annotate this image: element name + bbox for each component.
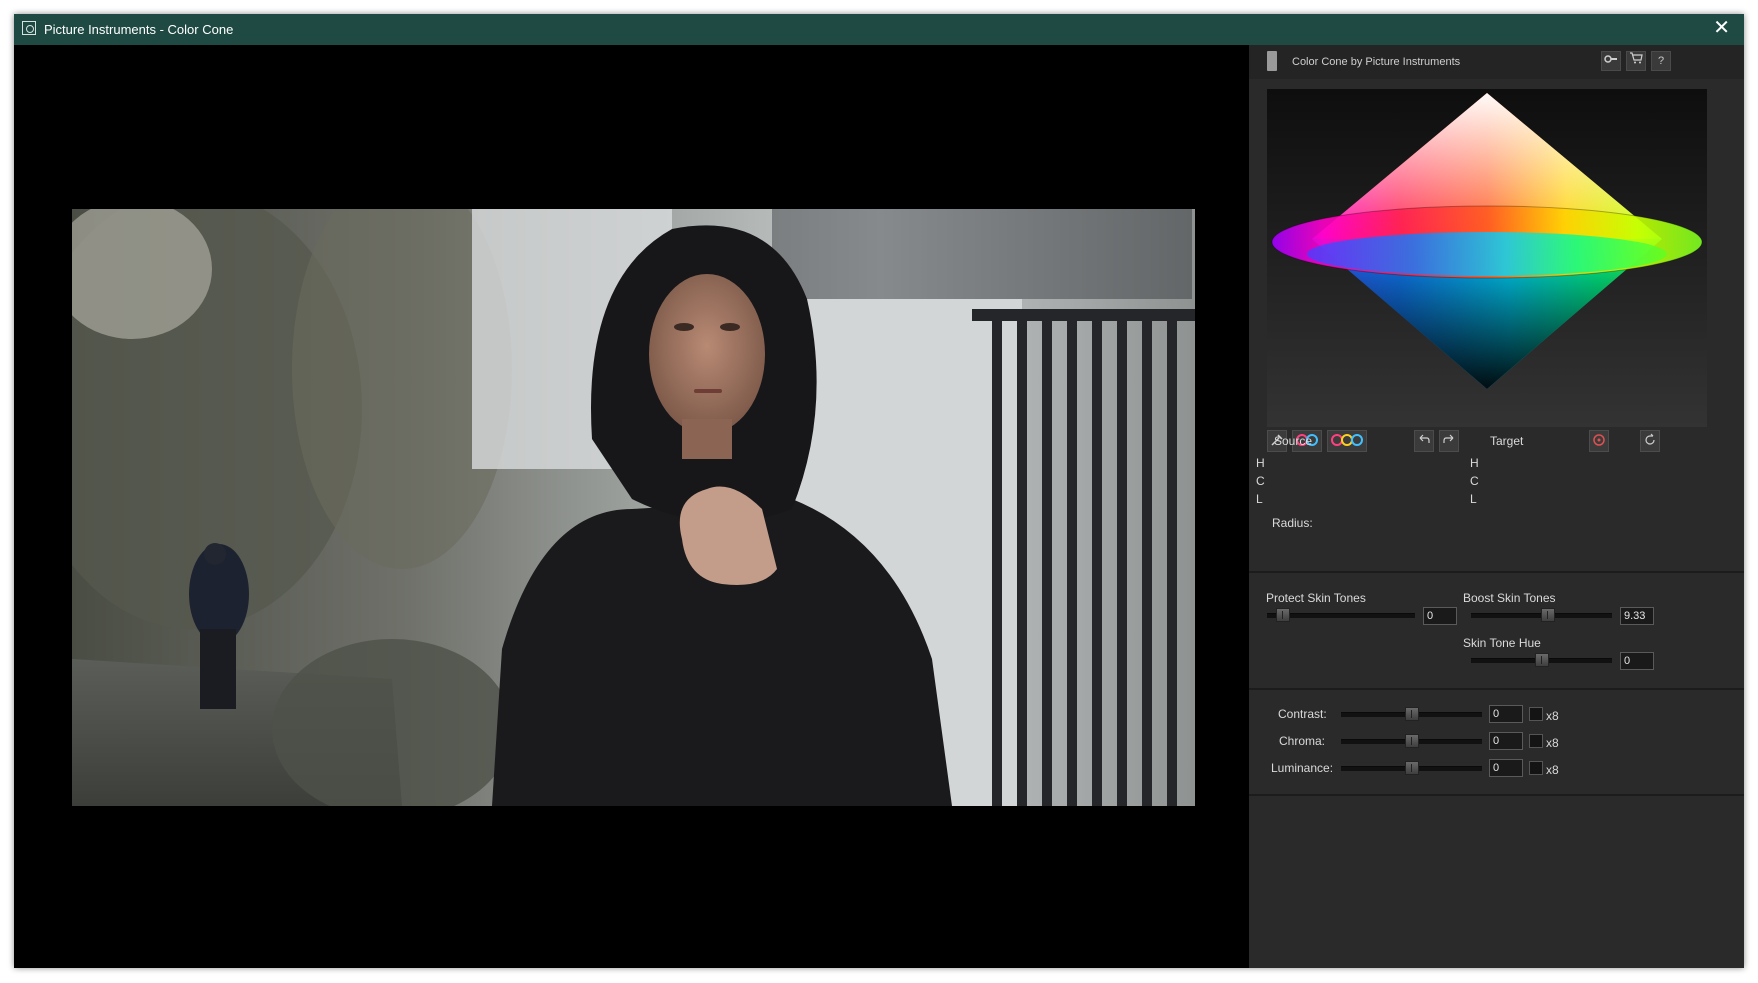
redo-icon[interactable] [1439,430,1459,452]
radius-label: Radius: [1272,516,1313,530]
undo-icon[interactable] [1414,430,1434,452]
luminance-slider[interactable] [1341,761,1482,775]
boost-skin-tones-slider[interactable] [1471,608,1612,622]
slider-thumb[interactable] [1405,734,1419,748]
skin-tone-hue-input[interactable] [1620,652,1654,670]
contrast-label: Contrast: [1278,707,1327,721]
divider [1249,794,1744,796]
chroma-input[interactable] [1489,732,1523,750]
color-cone-view[interactable] [1267,89,1707,427]
contrast-x8-label: x8 [1546,709,1559,723]
source-h-label: H [1256,456,1265,470]
target-icon[interactable] [1589,430,1609,452]
divider [1249,688,1744,690]
video-frame [72,209,1195,806]
source-label: Source [1274,434,1313,448]
key-icon[interactable] [1601,51,1621,71]
window-title: Picture Instruments - Color Cone [44,22,234,37]
skin-tone-hue-slider[interactable] [1471,653,1612,667]
slider-thumb[interactable] [1405,707,1419,721]
target-label: Target [1490,434,1524,448]
slider-thumb[interactable] [1535,653,1549,667]
slider-thumb[interactable] [1541,608,1555,622]
chroma-slider[interactable] [1341,734,1482,748]
control-panel: Color Cone by Picture Instruments ? Sour… [1249,45,1744,968]
divider [1249,571,1744,573]
app-icon [22,21,36,35]
three-circles-icon[interactable] [1327,430,1367,452]
target-h-label: H [1470,456,1479,470]
color-cone-graphic[interactable] [1267,89,1707,427]
luminance-input[interactable] [1489,759,1523,777]
protect-skin-tones-slider[interactable] [1267,608,1415,622]
chroma-x8-label: x8 [1546,736,1559,750]
preview-viewer [14,45,1249,968]
panel-title: Color Cone by Picture Instruments [1292,56,1461,68]
cart-icon[interactable] [1626,51,1646,71]
skin-tone-hue-label: Skin Tone Hue [1463,636,1541,650]
video-frame-image [72,209,1195,806]
target-l-label: L [1470,492,1477,506]
contrast-slider[interactable] [1341,707,1482,721]
luminance-x8-label: x8 [1546,763,1559,777]
protect-skin-tones-label: Protect Skin Tones [1266,591,1366,605]
panel-header: Color Cone by Picture Instruments ? [1249,45,1744,79]
picture-instruments-logo [1267,51,1277,71]
app-window: Picture Instruments - Color Cone ✕ Color… [14,14,1744,968]
title-bar: Picture Instruments - Color Cone ✕ [14,14,1744,45]
protect-skin-tones-input[interactable] [1423,607,1457,625]
chroma-label: Chroma: [1279,734,1326,748]
contrast-input[interactable] [1489,705,1523,723]
luminance-label: Luminance: [1271,761,1334,775]
reset-icon[interactable] [1640,430,1660,452]
boost-skin-tones-label: Boost Skin Tones [1463,591,1556,605]
luminance-x8-checkbox[interactable] [1529,761,1543,775]
close-button[interactable]: ✕ [1713,18,1730,38]
slider-thumb[interactable] [1405,761,1419,775]
slider-thumb[interactable] [1276,608,1290,622]
source-l-label: L [1256,492,1263,506]
help-button[interactable]: ? [1651,51,1671,71]
target-c-label: C [1470,474,1479,488]
contrast-x8-checkbox[interactable] [1529,707,1543,721]
chroma-x8-checkbox[interactable] [1529,734,1543,748]
source-c-label: C [1256,474,1265,488]
boost-skin-tones-input[interactable] [1620,607,1654,625]
